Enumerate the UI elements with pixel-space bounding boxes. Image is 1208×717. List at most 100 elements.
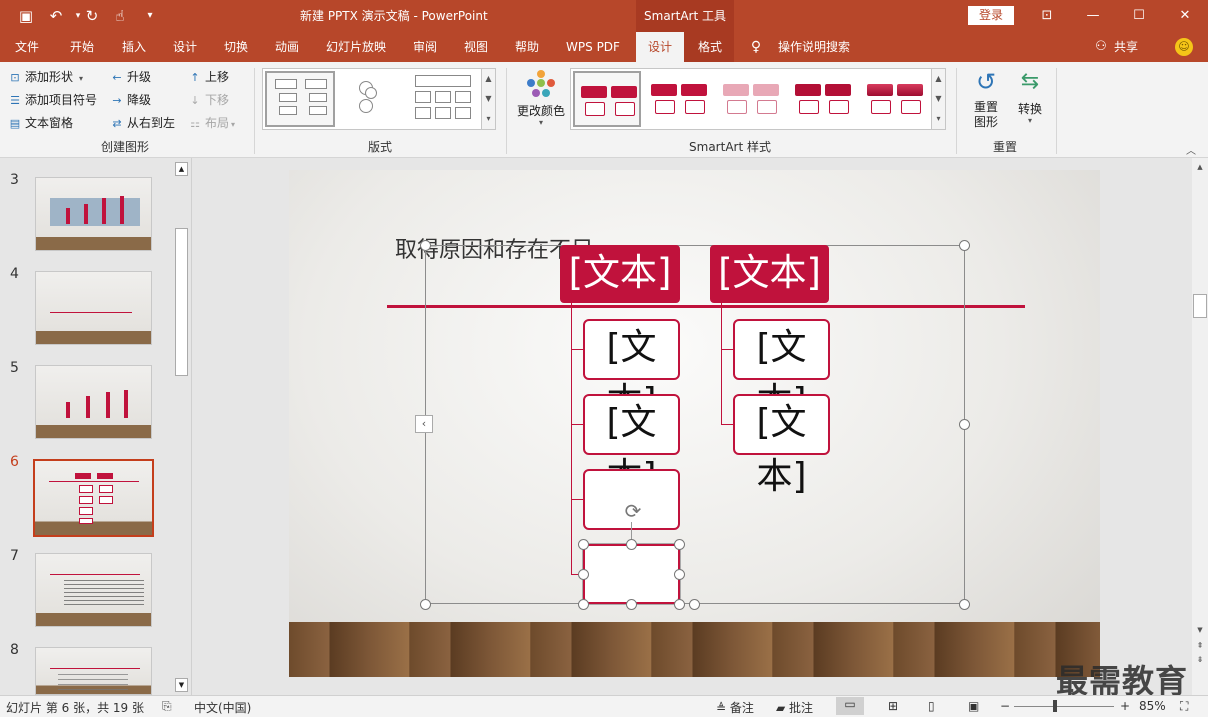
- zoom-out-icon[interactable]: −: [1000, 699, 1010, 713]
- scroll-up-icon[interactable]: ▲: [175, 162, 188, 176]
- move-down-button[interactable]: ↓ 下移: [188, 90, 229, 110]
- share-button[interactable]: 共享: [1112, 32, 1140, 62]
- style-option-2[interactable]: [645, 71, 713, 127]
- promote-button[interactable]: ← 升级: [110, 67, 151, 87]
- tab-review[interactable]: 审阅: [403, 32, 447, 62]
- zoom-slider[interactable]: [1014, 706, 1114, 707]
- text-pane-button[interactable]: ▤ 文本窗格: [8, 113, 73, 133]
- smartart-styles-gallery[interactable]: ▲ ▼ ▾: [570, 68, 946, 130]
- smartart-header-left[interactable]: [文本]: [560, 245, 680, 303]
- zoom-level[interactable]: 85%: [1139, 699, 1166, 713]
- resize-handle[interactable]: [674, 569, 685, 580]
- tab-help[interactable]: 帮助: [505, 32, 549, 62]
- resize-handle[interactable]: [689, 599, 700, 610]
- minimize-icon[interactable]: —: [1070, 0, 1116, 32]
- collapse-ribbon-icon[interactable]: ︿: [1186, 142, 1196, 157]
- smartart-item[interactable]: [文本]: [733, 394, 830, 497]
- tab-slideshow[interactable]: 幻灯片放映: [318, 32, 394, 62]
- resize-handle[interactable]: [959, 240, 970, 251]
- resize-handle[interactable]: [674, 599, 685, 610]
- right-to-left-button[interactable]: ⇄ 从右到左: [110, 113, 175, 133]
- tab-smartart-design[interactable]: 设计: [636, 32, 684, 62]
- tab-wps-pdf[interactable]: WPS PDF: [558, 32, 628, 62]
- thumbnails-scrollbar[interactable]: ▲ ▼: [174, 160, 189, 693]
- style-option-5[interactable]: [861, 71, 929, 127]
- slide-thumbnail[interactable]: [35, 271, 152, 345]
- smartart-item[interactable]: [文本]: [583, 394, 680, 497]
- change-color-button[interactable]: 更改颜色 ▾: [514, 66, 568, 134]
- undo-icon[interactable]: ↶: [44, 0, 68, 32]
- comments-button[interactable]: ▰ 批注: [776, 699, 813, 716]
- smartart-item[interactable]: [文本]: [733, 319, 830, 422]
- next-slide-icon[interactable]: ⇟: [1193, 654, 1207, 666]
- resize-handle[interactable]: [959, 419, 970, 430]
- add-shape-button[interactable]: ⊡ 添加形状 ▾: [8, 67, 83, 87]
- resize-handle[interactable]: [626, 539, 637, 550]
- resize-handle[interactable]: [578, 599, 589, 610]
- scroll-up-icon[interactable]: ▲: [1193, 160, 1207, 174]
- tab-view[interactable]: 视图: [454, 32, 498, 62]
- layout-option-hierarchy[interactable]: [413, 73, 477, 125]
- smartart-header-right[interactable]: [文本]: [710, 245, 829, 303]
- tab-design[interactable]: 设计: [163, 32, 207, 62]
- add-bullet-button[interactable]: ☰ 添加项目符号: [8, 90, 97, 110]
- layouts-gallery[interactable]: ▲ ▼ ▾: [262, 68, 496, 130]
- layout-button[interactable]: ⚏ 布局 ▾: [188, 113, 235, 133]
- touch-mode-icon[interactable]: ☝: [108, 0, 132, 32]
- gallery-scroll-up-icon[interactable]: ▲: [931, 69, 945, 89]
- smartart-item-selected[interactable]: [583, 544, 680, 604]
- reading-view-icon[interactable]: ▯: [928, 699, 935, 713]
- smiley-icon[interactable]: ☺: [1175, 38, 1193, 56]
- slide-thumbnail[interactable]: [35, 177, 152, 251]
- move-up-button[interactable]: ↑ 上移: [188, 67, 229, 87]
- demote-button[interactable]: → 降级: [110, 90, 151, 110]
- slide-thumbnail[interactable]: [35, 553, 152, 627]
- resize-handle[interactable]: [420, 599, 431, 610]
- ribbon-display-icon[interactable]: ⊡: [1024, 0, 1070, 32]
- style-option-selected[interactable]: [573, 71, 641, 127]
- resize-handle[interactable]: [959, 599, 970, 610]
- gallery-more-icon[interactable]: ▾: [481, 109, 495, 129]
- gallery-scroll-up-icon[interactable]: ▲: [481, 69, 495, 89]
- redo-icon[interactable]: ↻: [80, 0, 104, 32]
- gallery-more-icon[interactable]: ▾: [931, 109, 945, 129]
- layout-option-selected[interactable]: [265, 71, 335, 127]
- normal-view-icon[interactable]: ▭: [836, 697, 864, 715]
- layout-option-circles[interactable]: [353, 75, 393, 123]
- text-pane-toggle-icon[interactable]: ‹: [415, 415, 433, 433]
- login-button[interactable]: 登录: [968, 6, 1014, 25]
- slideshow-icon[interactable]: ▣: [968, 699, 979, 713]
- tell-me-search[interactable]: 操作说明搜索: [772, 32, 856, 62]
- tab-animations[interactable]: 动画: [265, 32, 309, 62]
- reset-graphic-button[interactable]: ↺ 重置 图形: [964, 66, 1008, 136]
- resize-handle[interactable]: [578, 539, 589, 550]
- scroll-thumb[interactable]: [1193, 294, 1207, 318]
- tab-insert[interactable]: 插入: [112, 32, 156, 62]
- language-indicator[interactable]: 中文(中国): [194, 699, 251, 716]
- zoom-slider-thumb[interactable]: [1053, 700, 1057, 712]
- slide-thumbnail[interactable]: [35, 647, 152, 695]
- customize-icon[interactable]: ▾: [138, 0, 162, 32]
- resize-handle[interactable]: [420, 240, 431, 251]
- maximize-icon[interactable]: ☐: [1116, 0, 1162, 32]
- slide-thumbnail[interactable]: [35, 365, 152, 439]
- previous-slide-icon[interactable]: ⇞: [1193, 640, 1207, 652]
- slide-thumbnail-current[interactable]: [33, 459, 154, 537]
- tab-transitions[interactable]: 切换: [214, 32, 258, 62]
- tab-format[interactable]: 格式: [688, 32, 732, 62]
- tab-home[interactable]: 开始: [60, 32, 104, 62]
- save-icon[interactable]: ▣: [14, 0, 38, 32]
- rotate-handle-icon[interactable]: ⟳: [622, 500, 644, 522]
- slide[interactable]: 取得原因和存在不足 [文本] [文本] [文本] [文本] [文本] [文本] …: [289, 170, 1100, 677]
- convert-button[interactable]: ⇆ 转换 ▾: [1010, 66, 1050, 136]
- scroll-down-icon[interactable]: ▼: [1193, 624, 1207, 636]
- notes-button[interactable]: ≜ 备注: [716, 699, 754, 716]
- zoom-in-icon[interactable]: +: [1120, 699, 1130, 713]
- canvas-scrollbar[interactable]: ▲ ▼ ⇞ ⇟: [1192, 158, 1208, 695]
- style-option-4[interactable]: [789, 71, 857, 127]
- fit-to-window-icon[interactable]: ⛶: [1180, 699, 1188, 714]
- resize-handle[interactable]: [674, 539, 685, 550]
- slide-sorter-icon[interactable]: ⊞: [888, 699, 898, 713]
- resize-handle[interactable]: [626, 599, 637, 610]
- style-option-3[interactable]: [717, 71, 785, 127]
